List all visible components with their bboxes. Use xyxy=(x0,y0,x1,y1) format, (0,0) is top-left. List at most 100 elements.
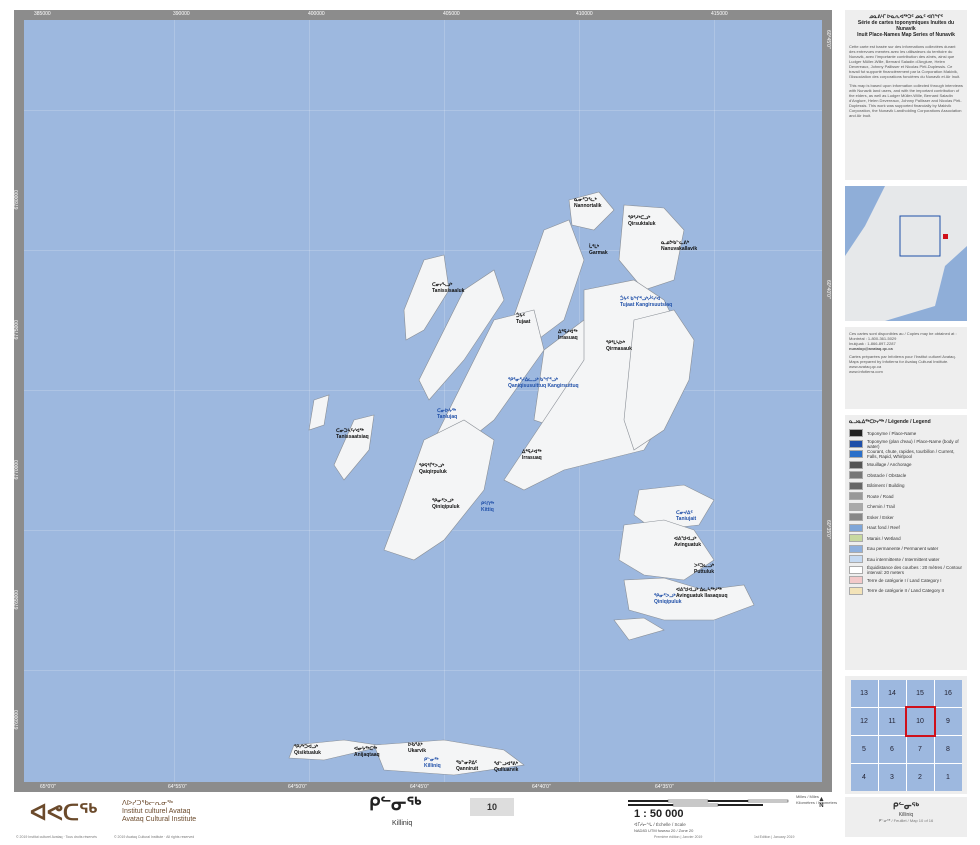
legend-swatch xyxy=(849,576,863,585)
legend-item: Mouillage / Anchorage xyxy=(849,460,963,471)
coord-top: 410000 xyxy=(576,11,593,17)
legend-item: Esker / Esker xyxy=(849,512,963,523)
place-label: ᕿᓂᕐᐳᓗᒃ Qiniqipuluk xyxy=(432,498,460,510)
legend-label: Toponyme (plan d'eau) / Place-Name (body… xyxy=(867,438,959,449)
legend-label: Esker / Esker xyxy=(867,514,894,520)
org-fr: Institut culturel Avataq xyxy=(122,808,191,815)
location-map[interactable] xyxy=(845,186,967,321)
place-label: ᐅᑲᕐᕕᒃ Ukarvik xyxy=(408,742,427,754)
place-label: ᑕᓂᑐᓴᑦᓯᐊᖅ Tanissaatsiaq xyxy=(336,428,369,440)
water-label: ᑕᓂᔪᐃᑦ Taniujait xyxy=(676,510,697,522)
legend-item: Route / Road xyxy=(849,491,963,502)
coord-top: 385000 xyxy=(34,11,51,17)
index-cell-16[interactable]: 16 xyxy=(934,680,962,707)
intro-en: This map is based upon information colle… xyxy=(849,83,963,118)
coord-right: 60°35'0" xyxy=(825,520,831,539)
legend-label: Eau permanente / Permanent water xyxy=(867,546,939,552)
scale-value: 1 : 50 000 xyxy=(634,808,684,820)
index-cell-15[interactable]: 15 xyxy=(906,680,934,707)
legend-item: Terre de catégorie I / Land Category I xyxy=(849,575,963,586)
index-cell-13[interactable]: 13 xyxy=(850,680,878,707)
legend-swatch xyxy=(849,439,863,448)
coord-top: 390000 xyxy=(173,11,190,17)
contact-panel: Ces cartes sont disponibles au / Copies … xyxy=(845,327,967,409)
legend-item: Marais / Wetland xyxy=(849,533,963,544)
legend-item: Terre de catégorie II / Land Category II xyxy=(849,586,963,597)
legend-label: Courant, chute, rapides, tourbillon / Cu… xyxy=(867,449,955,460)
legend-label: Bâtiment / Building xyxy=(867,483,905,489)
index-cell-3[interactable]: 3 xyxy=(878,764,906,791)
legend-swatch xyxy=(849,502,863,511)
legend-label: Route / Road xyxy=(867,493,894,499)
place-label: ᐊᕕᖑᐊᓗᒃ ᐃᓚᓴᖅᓱᖅ Avinguatuk Ilasaqsuq xyxy=(676,587,728,599)
projection: NAD83 UTM fuseau 20 / Zone 20 xyxy=(634,828,694,833)
legend-label: Chemin / Trail xyxy=(867,504,895,510)
coord-left: 6765000 xyxy=(14,590,20,610)
sheet-box: ᑭᓪᓂᖅ Killiniq ᑭᓪᓂᖅ / Feuillet / Map 10 o… xyxy=(845,797,967,837)
index-cell-8[interactable]: 8 xyxy=(934,736,962,763)
org-en: Avataq Cultural Institute xyxy=(122,816,197,823)
place-label: ᐃᕐᕋᓱᐊᖅ Irrasuaq xyxy=(522,449,542,461)
index-cell-4[interactable]: 4 xyxy=(850,764,878,791)
index-map: 13 14 15 16 12 11 10 9 5 6 7 8 4 3 2 1 xyxy=(845,676,967,794)
place-label: ᖁᓪᓗᐊᕐᕕᒃ Qulluarvik xyxy=(494,761,519,773)
legend-swatch xyxy=(849,481,863,490)
legend-item: Bâtiment / Building xyxy=(849,481,963,492)
legend-item: Courant, chute, rapides, tourbillon / Cu… xyxy=(849,449,963,460)
coord-bottom: 64°55'0" xyxy=(168,784,187,790)
legend-title: ᓇᓗᓇᐃᖅᑕᐅᓯᖅ / Légende / Legend xyxy=(849,419,931,425)
coord-left: 6770000 xyxy=(14,460,20,480)
legend-item: Obstacle / Obstacle xyxy=(849,470,963,481)
place-label: ᐊᕕᖑᐊᓗᒃ Avinguatuk xyxy=(674,536,702,548)
legend-label: Obstacle / Obstacle xyxy=(867,472,907,478)
copyright-left: © 2019 Institut culturel Avataq · Tous d… xyxy=(16,835,97,839)
index-cell-6[interactable]: 6 xyxy=(878,736,906,763)
water-label: ᑭᑦᑎᖅ Kittiq xyxy=(481,501,495,513)
legend-swatch xyxy=(849,523,863,532)
legend-swatch xyxy=(849,534,863,543)
coord-right: 60°40'0" xyxy=(825,280,831,299)
index-cell-2[interactable]: 2 xyxy=(906,764,934,791)
legend-item: Toponyme (plan d'eau) / Place-Name (body… xyxy=(849,439,963,450)
sheet-title: Killiniq xyxy=(392,820,413,827)
web-infotierra[interactable]: www.infotierra.com xyxy=(849,369,963,374)
legend-swatch xyxy=(849,429,863,438)
legend-swatch xyxy=(849,471,863,480)
legend-label: Haut fond / Reef xyxy=(867,525,900,531)
sheet-title-syll: ᑭᓪᓂᖅ xyxy=(369,794,422,814)
legend-label: Mouillage / Anchorage xyxy=(867,462,912,468)
place-label: ᑑᔭᑦ Tujaat xyxy=(516,313,531,325)
sidebar: ᓄᓇᕕᒻᒥ ᐅᓇᕆᐊᖅᑐᑦ ᓄᓇᑦ ᐊᑎᖏᑦ Série de cartes t… xyxy=(845,10,967,800)
map-canvas[interactable]: ᓇᓂᕐᑐᕐᓚᒃ Nannortalik ᕿᕐᓱᒃᑕᓗᒃ Qirsuktaluk ᒑᕐ… xyxy=(24,20,822,782)
coord-top: 405000 xyxy=(443,11,460,17)
coord-left: 6775000 xyxy=(14,320,20,340)
index-cell-9[interactable]: 9 xyxy=(934,708,962,735)
index-cell-12[interactable]: 12 xyxy=(850,708,878,735)
coord-bottom: 64°35'0" xyxy=(655,784,674,790)
legend-label: Toponyme / Place-Name xyxy=(867,430,917,436)
water-label: ᕿᓂᕐᐳᓗᒃ Qiniqipuluk xyxy=(654,593,682,605)
legend-label: Équidistance des courbes : 20 mètres / C… xyxy=(867,564,963,575)
place-label: ᕿᕋᕐᒦᕐᐳᓗᒃ Qaiqirpuluk xyxy=(419,463,447,475)
water-label: ᑑᔭᑦ ᑲᖏᕐᓗᒃᓲᑦᓯᐊ Tujaat Kangirsuutsiaq xyxy=(620,296,673,308)
edition-en: 1st Edition | January 2019 xyxy=(754,835,795,839)
legend-item: Haut fond / Reef xyxy=(849,523,963,534)
coord-right: 60°45'0" xyxy=(825,30,831,49)
index-cell-10[interactable]: 10 xyxy=(904,706,936,737)
place-label: ᒑᕐᒪᒃ Garmak xyxy=(589,244,608,256)
index-cell-7[interactable]: 7 xyxy=(906,736,934,763)
contact-email[interactable]: nunatop@avataq.qc.ca xyxy=(849,346,963,351)
coord-top: 400000 xyxy=(308,11,325,17)
legend-swatch xyxy=(849,460,863,469)
legend-swatch xyxy=(849,555,863,564)
index-cell-14[interactable]: 14 xyxy=(878,680,906,707)
legend-label: Marais / Wetland xyxy=(867,535,901,541)
index-cell-11[interactable]: 11 xyxy=(878,708,906,735)
index-cell-5[interactable]: 5 xyxy=(850,736,878,763)
place-label: ᐳᑦᑐᓚᓗᒃ Puttuluk xyxy=(694,563,715,575)
legend-item: Équidistance des courbes : 20 mètres / C… xyxy=(849,565,963,576)
coord-left: 6760000 xyxy=(14,710,20,730)
index-cell-1[interactable]: 1 xyxy=(934,764,962,791)
coord-top: 415000 xyxy=(711,11,728,17)
sheet-box-syll: ᑭᓪᓂᖅ xyxy=(892,801,920,811)
